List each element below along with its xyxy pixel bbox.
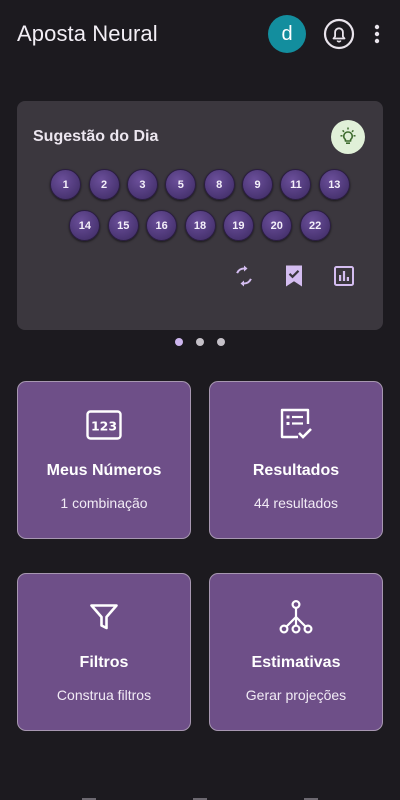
tile-subtitle: Construa filtros <box>56 687 152 703</box>
bell-icon <box>323 18 355 50</box>
number-ball: 5 <box>165 169 197 200</box>
suggestion-title: Sugestão do Dia <box>33 128 159 145</box>
carousel-indicator <box>0 338 400 346</box>
stats-button[interactable] <box>332 264 356 288</box>
user-avatar[interactable]: d <box>268 15 306 53</box>
carousel-dot[interactable] <box>217 338 225 346</box>
app-title: Aposta Neural <box>17 21 158 46</box>
tip-button[interactable] <box>331 120 365 154</box>
tile-estimativas[interactable]: Estimativas Gerar projeções <box>209 573 383 731</box>
system-navigation-hint <box>0 794 400 800</box>
number-ball: 8 <box>203 169 235 200</box>
save-button[interactable] <box>282 264 306 288</box>
carousel-dot[interactable] <box>196 338 204 346</box>
more-options-button[interactable] <box>370 19 384 49</box>
more-vert-icon <box>374 24 380 44</box>
number-ball: 13 <box>318 169 350 200</box>
tile-filtros[interactable]: Filtros Construa filtros <box>17 573 191 731</box>
numbers-row-1: 1 2 3 5 8 9 11 13 <box>17 169 383 200</box>
number-ball: 14 <box>69 210 101 241</box>
top-app-bar: Aposta Neural d <box>0 0 400 68</box>
number-ball: 9 <box>242 169 274 200</box>
lightbulb-icon <box>340 127 356 145</box>
number-ball: 20 <box>261 210 293 241</box>
suggestion-card: Sugestão do Dia 1 2 3 5 8 9 11 13 14 15 … <box>17 101 383 330</box>
tile-label: Filtros <box>79 654 129 671</box>
refresh-icon <box>236 265 252 287</box>
checklist-icon <box>280 408 312 439</box>
carousel-dot-active[interactable] <box>175 338 183 346</box>
bookmark-check-icon <box>286 265 302 287</box>
number-ball: 11 <box>280 169 312 200</box>
bar-chart-icon <box>334 266 354 286</box>
number-ball: 3 <box>126 169 158 200</box>
tile-label: Meus Números <box>46 462 162 479</box>
filter-icon <box>90 604 118 630</box>
number-ball: 16 <box>146 210 178 241</box>
number-ball: 19 <box>222 210 254 241</box>
numbers-123-icon: 123 <box>86 410 122 440</box>
number-ball: 18 <box>184 210 216 241</box>
tile-meus-numeros[interactable]: 123 Meus Números 1 combinação <box>17 381 191 539</box>
tile-label: Resultados <box>252 462 340 479</box>
tree-diagram-icon <box>279 599 313 634</box>
tile-subtitle: Gerar projeções <box>245 687 347 703</box>
suggestion-actions <box>206 264 356 288</box>
notifications-button[interactable] <box>322 17 356 51</box>
number-ball: 2 <box>88 169 120 200</box>
numbers-row-2: 14 15 16 18 19 20 22 <box>17 210 383 241</box>
number-ball: 1 <box>50 169 82 200</box>
tile-resultados[interactable]: Resultados 44 resultados <box>209 381 383 539</box>
refresh-button[interactable] <box>232 264 256 288</box>
tile-subtitle: 44 resultados <box>253 495 339 511</box>
tile-label: Estimativas <box>251 654 341 671</box>
tile-subtitle: 1 combinação <box>60 495 148 511</box>
svg-text:123: 123 <box>91 419 117 434</box>
number-ball: 22 <box>299 210 331 241</box>
number-ball: 15 <box>107 210 139 241</box>
